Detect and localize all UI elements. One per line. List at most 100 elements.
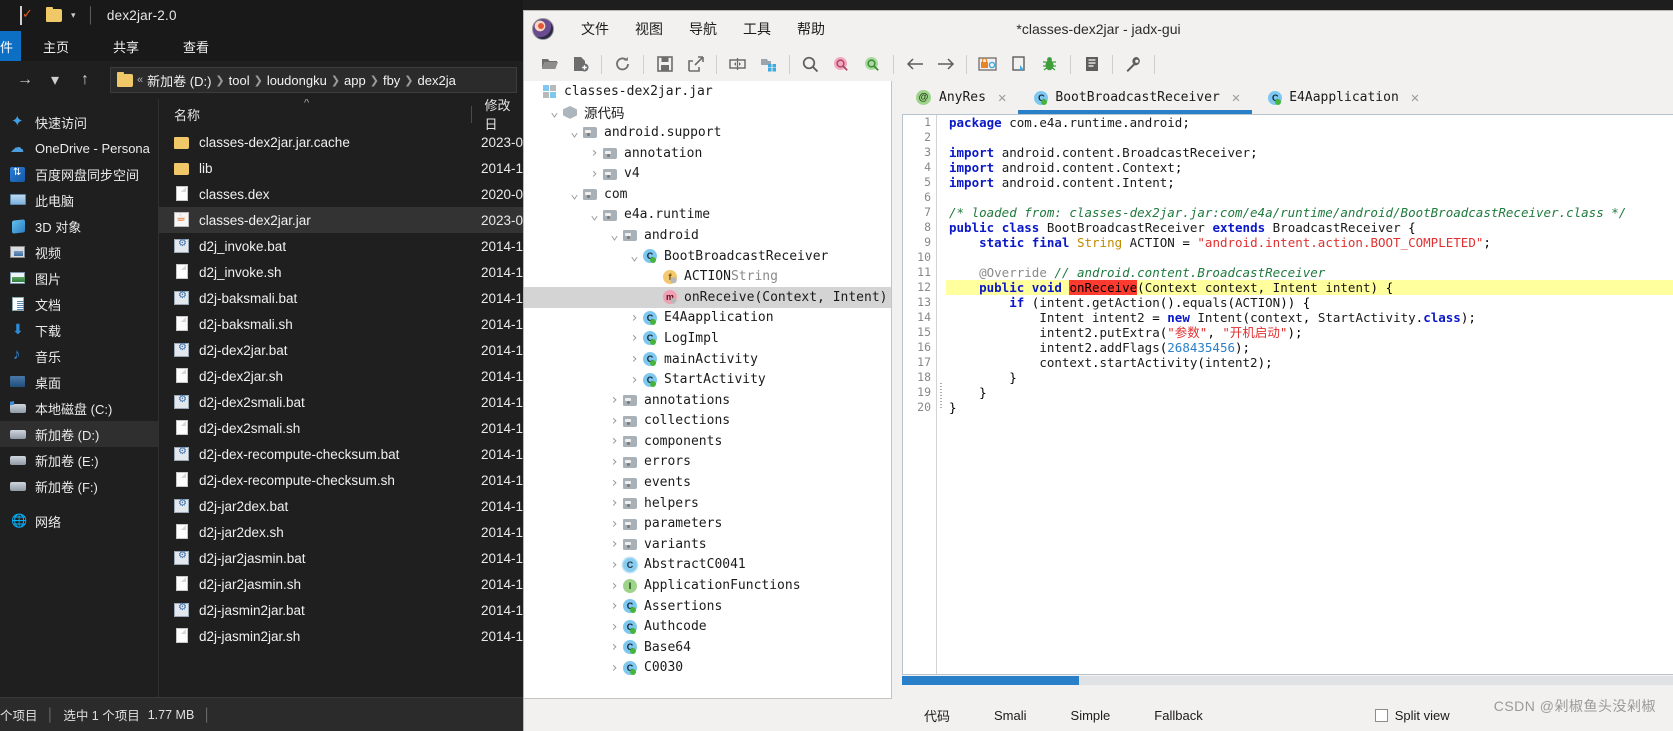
code-lines[interactable]: package com.e4a.runtime.android; import … — [946, 115, 1673, 674]
editor-tab[interactable]: C BootBroadcastReceiver ✕ — [1018, 81, 1253, 114]
add-files-icon[interactable] — [565, 51, 596, 77]
nav-item[interactable]: 本地磁盘 (C:) — [0, 395, 158, 421]
tree-node[interactable]: › variants — [524, 534, 891, 555]
close-icon[interactable]: ✕ — [998, 90, 1006, 106]
close-icon[interactable]: ✕ — [1232, 90, 1240, 106]
horizontal-scrollbar[interactable] — [902, 676, 1673, 685]
open-folder-icon[interactable] — [534, 51, 565, 77]
close-icon[interactable]: ✕ — [1411, 90, 1419, 106]
arrow-right-icon[interactable]: → — [14, 71, 36, 89]
column-header-date[interactable]: 修改日 — [472, 99, 523, 133]
mode-tab-code[interactable]: 代码 — [902, 706, 972, 725]
chevron-right-icon[interactable]: › — [608, 392, 621, 408]
chevron-down-icon[interactable]: ⌄ — [588, 208, 601, 222]
tree-node[interactable]: › v4 — [524, 163, 891, 184]
chevron-right-icon[interactable]: › — [608, 660, 621, 676]
chevron-down-icon[interactable]: ▾ — [44, 70, 66, 90]
menu-help[interactable]: 帮助 — [784, 19, 838, 39]
table-row[interactable]: d2j-jar2dex.bat 2014-1 — [159, 493, 523, 519]
table-row[interactable]: classes.dex 2020-0 — [159, 181, 523, 207]
nav-item[interactable]: 音乐 — [0, 343, 158, 369]
preferences-icon[interactable] — [1118, 51, 1149, 77]
chevron-right-icon[interactable]: › — [608, 433, 621, 449]
tree-node[interactable]: ⌄ 源代码 — [524, 102, 891, 123]
chevron-down-icon[interactable]: ⌄ — [568, 125, 581, 139]
mode-tab-simple[interactable]: Simple — [1049, 708, 1133, 723]
tree-node[interactable]: › C LogImpl — [524, 328, 891, 349]
chevron-right-icon[interactable]: › — [628, 372, 641, 388]
deobfuscation-icon[interactable] — [972, 51, 1003, 77]
menu-tools[interactable]: 工具 — [730, 19, 784, 39]
chevron-right-icon[interactable]: › — [628, 330, 641, 346]
sync-selection-icon[interactable] — [722, 51, 753, 77]
back-arrow-icon[interactable] — [899, 51, 930, 77]
ribbon-tab-view[interactable]: 查看 — [161, 31, 231, 61]
nav-item[interactable]: 新加卷 (E:) — [0, 447, 158, 473]
column-header-name[interactable]: 名称 ^ — [159, 99, 471, 124]
nav-item[interactable]: 图片 — [0, 265, 158, 291]
tree-node[interactable]: ⌄ C BootBroadcastReceiver — [524, 246, 891, 267]
code-viewer[interactable]: 1 2 3 4 5 6 7 8 9 10 11 12 13 14 15 16 17 18 19 20 package … — [902, 114, 1673, 675]
editor-tab[interactable]: @ AnyRes ✕ — [902, 81, 1018, 114]
tree-node[interactable]: ⌄ android — [524, 225, 891, 246]
chevron-right-icon[interactable]: › — [628, 310, 641, 326]
table-row[interactable]: d2j-dex2jar.sh 2014-1 — [159, 363, 523, 389]
ribbon-tab-share[interactable]: 共享 — [91, 31, 161, 61]
tree-node[interactable]: › C Authcode — [524, 616, 891, 637]
menu-navigation[interactable]: 导航 — [676, 19, 730, 39]
chevron-down-icon[interactable]: ⌄ — [628, 249, 641, 263]
breadcrumb[interactable]: « 新加卷 (D:) ❯ tool ❯ loudongku ❯ app ❯ fb… — [110, 67, 517, 93]
breadcrumb-item-3[interactable]: app — [344, 73, 366, 88]
tree-node[interactable]: › CmainActivity — [524, 349, 891, 370]
table-row[interactable]: d2j-jasmin2jar.bat 2014-1 — [159, 597, 523, 623]
table-row[interactable]: d2j-dex-recompute-checksum.bat 2014-1 — [159, 441, 523, 467]
chevron-right-icon[interactable]: › — [608, 536, 621, 552]
ribbon-tab-home[interactable]: 主页 — [21, 31, 91, 61]
tree-node[interactable]: › C StartActivity — [524, 369, 891, 390]
tree-node[interactable]: › C Assertions — [524, 596, 891, 617]
editor-tab[interactable]: C E4Aapplication ✕ — [1252, 81, 1431, 114]
chevron-right-icon[interactable]: › — [608, 619, 621, 635]
nav-item[interactable]: 桌面 — [0, 369, 158, 395]
chevron-right-icon[interactable]: › — [608, 516, 621, 532]
tree-node[interactable]: f ACTION String — [524, 266, 891, 287]
breadcrumb-item-2[interactable]: loudongku — [267, 73, 327, 88]
nav-item[interactable]: 新加卷 (F:) — [0, 473, 158, 499]
arrow-up-icon[interactable]: ↑ — [74, 71, 96, 89]
table-row[interactable]: classes-dex2jar.jar 2023-0 — [159, 207, 523, 233]
tree-node[interactable]: › C E4Aapplication — [524, 308, 891, 329]
tree-node[interactable]: m onReceive(Context, Intent) — [524, 286, 891, 308]
tree-node[interactable]: ⌄ android.support — [524, 122, 891, 143]
nav-item[interactable]: 文档 — [0, 291, 158, 317]
chevron-right-icon[interactable]: › — [608, 454, 621, 470]
split-view-checkbox[interactable] — [1374, 708, 1388, 722]
tree-node[interactable]: › annotations — [524, 390, 891, 411]
save-icon[interactable] — [649, 51, 680, 77]
table-row[interactable]: d2j_invoke.sh 2014-1 — [159, 259, 523, 285]
chevron-right-icon[interactable]: › — [588, 166, 601, 182]
nav-item[interactable]: OneDrive - Persona — [0, 135, 158, 161]
tree-node[interactable]: › C C0030 — [524, 658, 891, 679]
tree-node[interactable]: › C AbstractC0041 — [524, 555, 891, 576]
tree-node[interactable]: › helpers — [524, 493, 891, 514]
breadcrumb-item-5[interactable]: dex2ja — [418, 73, 456, 88]
breadcrumb-overflow[interactable]: « — [137, 74, 143, 86]
tree-node[interactable]: › annotation — [524, 143, 891, 164]
search-back-icon[interactable] — [826, 51, 857, 77]
tree-node[interactable]: › components — [524, 431, 891, 452]
tree-node[interactable]: › I ApplicationFunctions — [524, 575, 891, 596]
mode-tab-smali[interactable]: Smali — [972, 708, 1049, 723]
nav-item[interactable]: 视频 — [0, 239, 158, 265]
table-row[interactable]: d2j-baksmali.sh 2014-1 — [159, 311, 523, 337]
table-row[interactable]: classes-dex2jar.jar.cache 2023-0 — [159, 129, 523, 155]
ribbon-tab-file[interactable]: 件 — [0, 31, 22, 61]
tree-node[interactable]: › C Base64 — [524, 637, 891, 658]
table-row[interactable]: d2j-jar2jasmin.sh 2014-1 — [159, 571, 523, 597]
quark-icon[interactable] — [1003, 51, 1034, 77]
chevron-right-icon[interactable]: › — [608, 578, 621, 594]
forward-arrow-icon[interactable] — [930, 51, 961, 77]
reload-icon[interactable] — [607, 51, 638, 77]
tree-node[interactable]: › parameters — [524, 513, 891, 534]
breadcrumb-item-0[interactable]: 新加卷 (D:) — [147, 71, 211, 90]
chevron-right-icon[interactable]: › — [608, 475, 621, 491]
